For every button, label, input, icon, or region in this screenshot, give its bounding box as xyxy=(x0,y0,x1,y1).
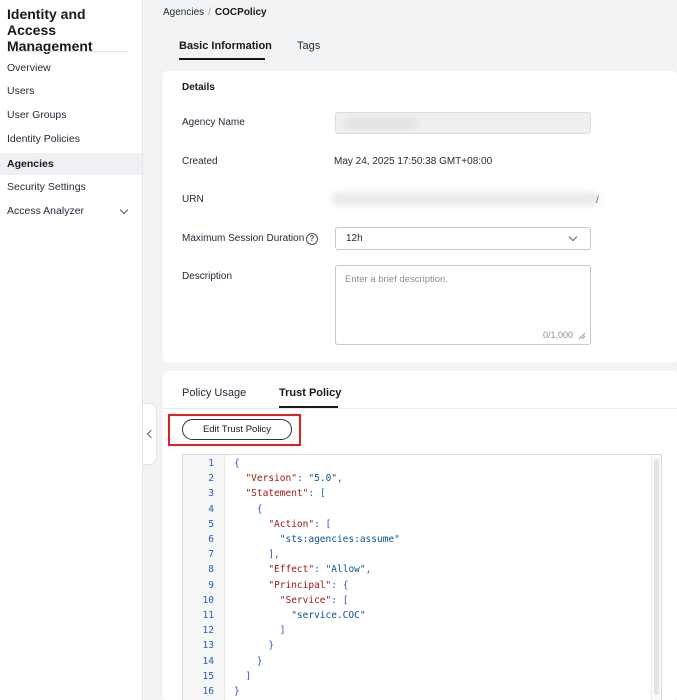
sidebar-item-access-analyzer[interactable]: Access Analyzer xyxy=(0,200,142,222)
description-placeholder: Enter a brief description. xyxy=(345,274,448,285)
tab-trust-policy[interactable]: Trust Policy xyxy=(279,387,341,399)
code-text: ] xyxy=(234,625,286,637)
code-text: "Statement": [ xyxy=(245,488,326,500)
code-text: "Action": [ xyxy=(268,518,332,530)
sidebar: Identity and Access Management Overview … xyxy=(0,0,143,700)
description-char-counter: 0/1,000 xyxy=(542,330,573,340)
code-text: "sts:agencies:assume" xyxy=(279,534,400,545)
line-number: 3 xyxy=(208,488,214,500)
code-text: "Version": "5.0", xyxy=(245,473,343,485)
code-text: "Principal": { xyxy=(268,579,349,591)
breadcrumb: Agencies / COCPolicy xyxy=(163,7,267,18)
edit-trust-policy-button[interactable]: Edit Trust Policy xyxy=(182,419,292,440)
urn-value-tail: / xyxy=(596,195,599,206)
code-text: } xyxy=(234,686,240,697)
line-number: 5 xyxy=(208,518,214,530)
line-number: 8 xyxy=(208,564,214,576)
editor-scrollbar-thumb[interactable] xyxy=(654,459,659,695)
sidebar-item-overview[interactable]: Overview xyxy=(0,57,142,79)
line-number: 7 xyxy=(208,549,214,561)
policy-card: Policy Usage Trust Policy Edit Trust Pol… xyxy=(163,371,677,700)
chevron-left-icon xyxy=(146,429,156,439)
code-text: "service.COC" xyxy=(291,610,366,621)
sidebar-item-identity-policies[interactable]: Identity Policies xyxy=(0,128,142,150)
line-number: 9 xyxy=(208,579,214,591)
line-number: 1 xyxy=(208,458,214,469)
sidebar-collapse-handle[interactable] xyxy=(143,403,157,465)
line-number: 16 xyxy=(202,686,214,697)
created-label: Created xyxy=(182,156,218,167)
breadcrumb-current: COCPolicy xyxy=(214,7,267,18)
details-title: Details xyxy=(182,82,215,93)
tab-policy-usage[interactable]: Policy Usage xyxy=(182,387,246,399)
sidebar-divider xyxy=(7,51,128,52)
resize-handle-icon[interactable] xyxy=(578,332,586,340)
line-number: 4 xyxy=(208,503,214,515)
session-duration-label: Maximum Session Duration xyxy=(182,233,305,244)
tab-basic-information[interactable]: Basic Information xyxy=(179,40,272,52)
description-label: Description xyxy=(182,271,233,282)
code-text: "Effect": "Allow", xyxy=(268,564,372,576)
tab-tags[interactable]: Tags xyxy=(297,40,320,52)
session-duration-value: 12h xyxy=(346,233,363,244)
created-value: May 24, 2025 17:50:38 GMT+08:00 xyxy=(334,156,493,167)
code-text: { xyxy=(234,458,240,469)
agency-name-label: Agency Name xyxy=(182,117,245,128)
app-title: Identity and Access Management xyxy=(7,6,93,54)
trust-policy-code-editor[interactable]: 1 {2 "Version": "5.0", 3 "Statement": [ 4 {… xyxy=(182,454,662,700)
details-card: Details Agency Name Created May 24, 2025… xyxy=(163,71,677,362)
line-number: 2 xyxy=(208,473,214,485)
chevron-down-icon xyxy=(568,232,578,242)
editor-scrollbar[interactable] xyxy=(651,455,661,700)
line-number: 11 xyxy=(202,610,214,621)
chevron-down-icon xyxy=(119,205,129,215)
urn-label: URN xyxy=(182,194,204,205)
line-number: 12 xyxy=(202,625,214,637)
line-number: 15 xyxy=(202,670,214,682)
redacted-value xyxy=(344,117,418,129)
sidebar-item-agencies[interactable]: Agencies xyxy=(0,153,142,175)
code-text: } xyxy=(234,655,263,667)
sidebar-item-users[interactable]: Users xyxy=(0,80,142,102)
active-tab-indicator xyxy=(179,58,265,60)
code-text: { xyxy=(234,503,263,515)
line-number: 14 xyxy=(202,655,214,667)
agency-name-field xyxy=(335,112,591,134)
code-text: ] xyxy=(234,670,252,682)
code-text: "Service": [ xyxy=(279,594,349,606)
line-number: 6 xyxy=(208,534,214,545)
breadcrumb-separator: / xyxy=(208,7,211,18)
sidebar-item-user-groups[interactable]: User Groups xyxy=(0,104,142,126)
code-text: ], xyxy=(234,549,280,561)
description-textarea[interactable]: Enter a brief description. 0/1,000 xyxy=(335,265,591,345)
help-icon[interactable]: ? xyxy=(306,233,318,245)
subtab-divider xyxy=(163,408,677,409)
urn-redacted-value xyxy=(331,192,599,206)
code-text: } xyxy=(234,640,275,652)
line-number: 13 xyxy=(202,640,214,652)
sidebar-item-label: Access Analyzer xyxy=(7,205,85,217)
line-number: 10 xyxy=(202,594,214,606)
sidebar-item-security-settings[interactable]: Security Settings xyxy=(0,176,142,198)
session-duration-select[interactable]: 12h xyxy=(335,227,591,250)
breadcrumb-agencies-link[interactable]: Agencies xyxy=(163,7,204,18)
